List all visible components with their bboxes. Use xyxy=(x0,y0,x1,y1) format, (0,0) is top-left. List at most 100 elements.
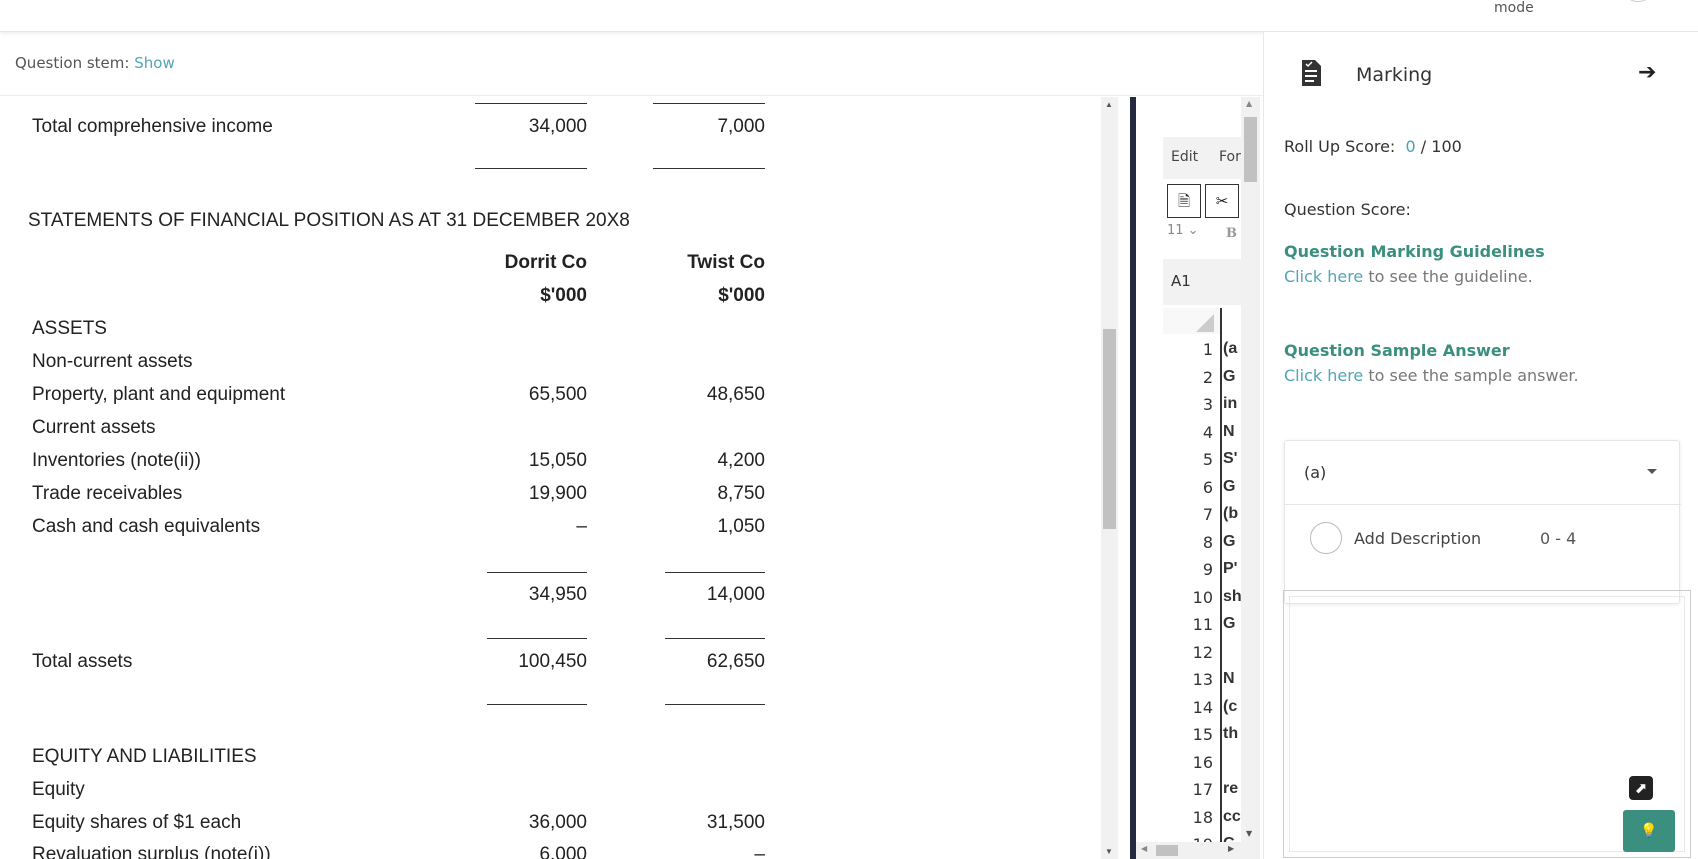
sample-answer-click-here-link[interactable]: Click here xyxy=(1284,366,1363,385)
row-dorrit: – xyxy=(576,516,587,537)
sample-text-rest: to see the sample answer. xyxy=(1363,366,1579,385)
tci-label: Total comprehensive income xyxy=(32,116,273,137)
bold-button[interactable]: B xyxy=(1226,226,1237,241)
menu-format[interactable]: For xyxy=(1219,149,1241,165)
scroll-up-icon[interactable]: ▲ xyxy=(1105,100,1113,109)
row-dorrit: 65,500 xyxy=(528,384,587,405)
cut-icon[interactable]: ✂ xyxy=(1205,184,1239,218)
row-number: 15 xyxy=(1192,725,1213,744)
document-scrollbar[interactable]: ▲ ▼ xyxy=(1101,97,1118,859)
total-assets-twist: 62,650 xyxy=(706,651,765,672)
show-stem-link[interactable]: Show xyxy=(134,54,174,72)
row-label: Current assets xyxy=(32,417,156,438)
scroll-down-icon[interactable]: ▼ xyxy=(1105,847,1113,856)
cell-name-box[interactable]: A1 xyxy=(1163,259,1248,305)
cell-text: S' xyxy=(1223,450,1238,467)
total-assets-label: Total assets xyxy=(32,651,133,672)
cell-text: cc xyxy=(1223,807,1241,825)
cell-text: N xyxy=(1223,670,1235,687)
sheet-horizontal-scrollbar[interactable]: ◀ ▶ xyxy=(1136,842,1241,859)
row-twist: 8,750 xyxy=(717,483,765,504)
row-dorrit: 15,050 xyxy=(528,450,587,471)
underline xyxy=(487,572,587,573)
row-number: 6 xyxy=(1202,477,1213,497)
underline xyxy=(487,638,587,639)
scroll-down-icon[interactable]: ▼ xyxy=(1246,829,1252,838)
sample-answer-title: Question Sample Answer xyxy=(1284,341,1510,360)
row-label: Trade receivables xyxy=(32,483,183,504)
row-dorrit: 6,000 xyxy=(539,844,587,859)
criterion-score-range: 0 - 4 xyxy=(1540,529,1577,548)
collapse-panel-arrow-icon[interactable]: ➔ xyxy=(1638,60,1656,85)
question-document: Total comprehensive income 34,000 7,000 … xyxy=(0,97,1100,859)
scroll-left-icon[interactable]: ◀ xyxy=(1141,844,1147,853)
col-unit-dorrit: $'000 xyxy=(540,285,587,306)
underline xyxy=(665,704,765,705)
scroll-thumb[interactable] xyxy=(1103,329,1116,529)
cell-text: re xyxy=(1223,780,1239,797)
guidelines-click-here-link[interactable]: Click here xyxy=(1284,267,1363,286)
row-number: 4 xyxy=(1202,422,1213,442)
criterion-radio[interactable] xyxy=(1310,522,1342,554)
row-twist: 4,200 xyxy=(717,450,765,471)
cell-text: G xyxy=(1223,477,1236,495)
new-document-icon[interactable]: 🗎 xyxy=(1167,184,1201,218)
col-header-dorrit: Dorrit Co xyxy=(504,252,587,273)
menu-edit[interactable]: Edit xyxy=(1171,149,1198,165)
sheet-hscroll-thumb[interactable] xyxy=(1156,845,1178,856)
underline xyxy=(665,572,765,573)
rollup-score: Roll Up Score: 0 / 100 xyxy=(1284,137,1462,156)
tci-dorrit: 34,000 xyxy=(528,116,587,137)
underline xyxy=(653,103,765,104)
underline xyxy=(487,704,587,705)
question-stem-bar: Question stem: Show xyxy=(0,32,1263,96)
select-all-corner[interactable] xyxy=(1163,308,1220,334)
row-number: 10 xyxy=(1192,587,1213,607)
row-number: 14 xyxy=(1192,697,1213,717)
scroll-up-icon[interactable]: ▲ xyxy=(1246,99,1252,108)
cell-text: (c xyxy=(1223,697,1238,715)
underline xyxy=(653,168,765,169)
panel-title: Marking xyxy=(1356,64,1433,86)
row-label: Non-current assets xyxy=(32,351,193,372)
row-twist: – xyxy=(754,844,765,859)
total-assets-dorrit: 100,450 xyxy=(518,651,587,672)
row-label: Equity shares of $1 each xyxy=(32,812,242,833)
row-twist: 48,650 xyxy=(706,384,765,405)
expand-icon[interactable]: ⬈ xyxy=(1629,776,1653,800)
cell-reference: A1 xyxy=(1171,272,1191,290)
cell-text: sh xyxy=(1223,587,1242,605)
rollup-score-value: 0 xyxy=(1405,137,1416,156)
question-stem-label: Question stem: Show xyxy=(15,54,175,72)
row-number: 13 xyxy=(1192,670,1213,689)
row-twist: 1,050 xyxy=(717,516,765,537)
cell-text: (a xyxy=(1223,340,1238,357)
font-size-value: 11 xyxy=(1167,223,1184,238)
mode-toggle[interactable] xyxy=(1626,0,1650,2)
chevron-down-icon[interactable] xyxy=(1647,469,1657,474)
underline xyxy=(475,168,587,169)
hint-lightbulb-icon[interactable]: 💡 xyxy=(1623,810,1675,852)
sheet-scroll-thumb[interactable] xyxy=(1244,117,1257,182)
row-number: 3 xyxy=(1202,395,1213,414)
top-bar: mode xyxy=(0,0,1698,32)
row-number: 12 xyxy=(1192,642,1213,662)
cell-text: N xyxy=(1223,422,1235,440)
row-twist: 31,500 xyxy=(706,812,765,833)
row-number: 17 xyxy=(1192,780,1213,799)
subtotal-dorrit: 34,950 xyxy=(528,584,587,605)
sample-answer-text: Click here to see the sample answer. xyxy=(1284,366,1579,385)
section-selector[interactable]: (a) xyxy=(1304,463,1326,482)
sheet-vertical-scrollbar[interactable]: ▲ ▼ xyxy=(1241,97,1260,859)
row-number: 8 xyxy=(1202,532,1213,552)
row-number: 18 xyxy=(1192,807,1213,827)
subtotal-twist: 14,000 xyxy=(706,584,765,605)
scroll-right-icon[interactable]: ▶ xyxy=(1228,844,1234,853)
col-unit-twist: $'000 xyxy=(718,285,765,306)
font-size-select[interactable]: 11 ⌄ xyxy=(1167,223,1199,238)
tci-twist: 7,000 xyxy=(717,116,765,137)
marking-guidelines-text: Click here to see the guideline. xyxy=(1284,267,1533,286)
criterion-description[interactable]: Add Description xyxy=(1354,529,1481,548)
row-label: Equity xyxy=(32,779,85,800)
row-number: 9 xyxy=(1202,560,1213,579)
